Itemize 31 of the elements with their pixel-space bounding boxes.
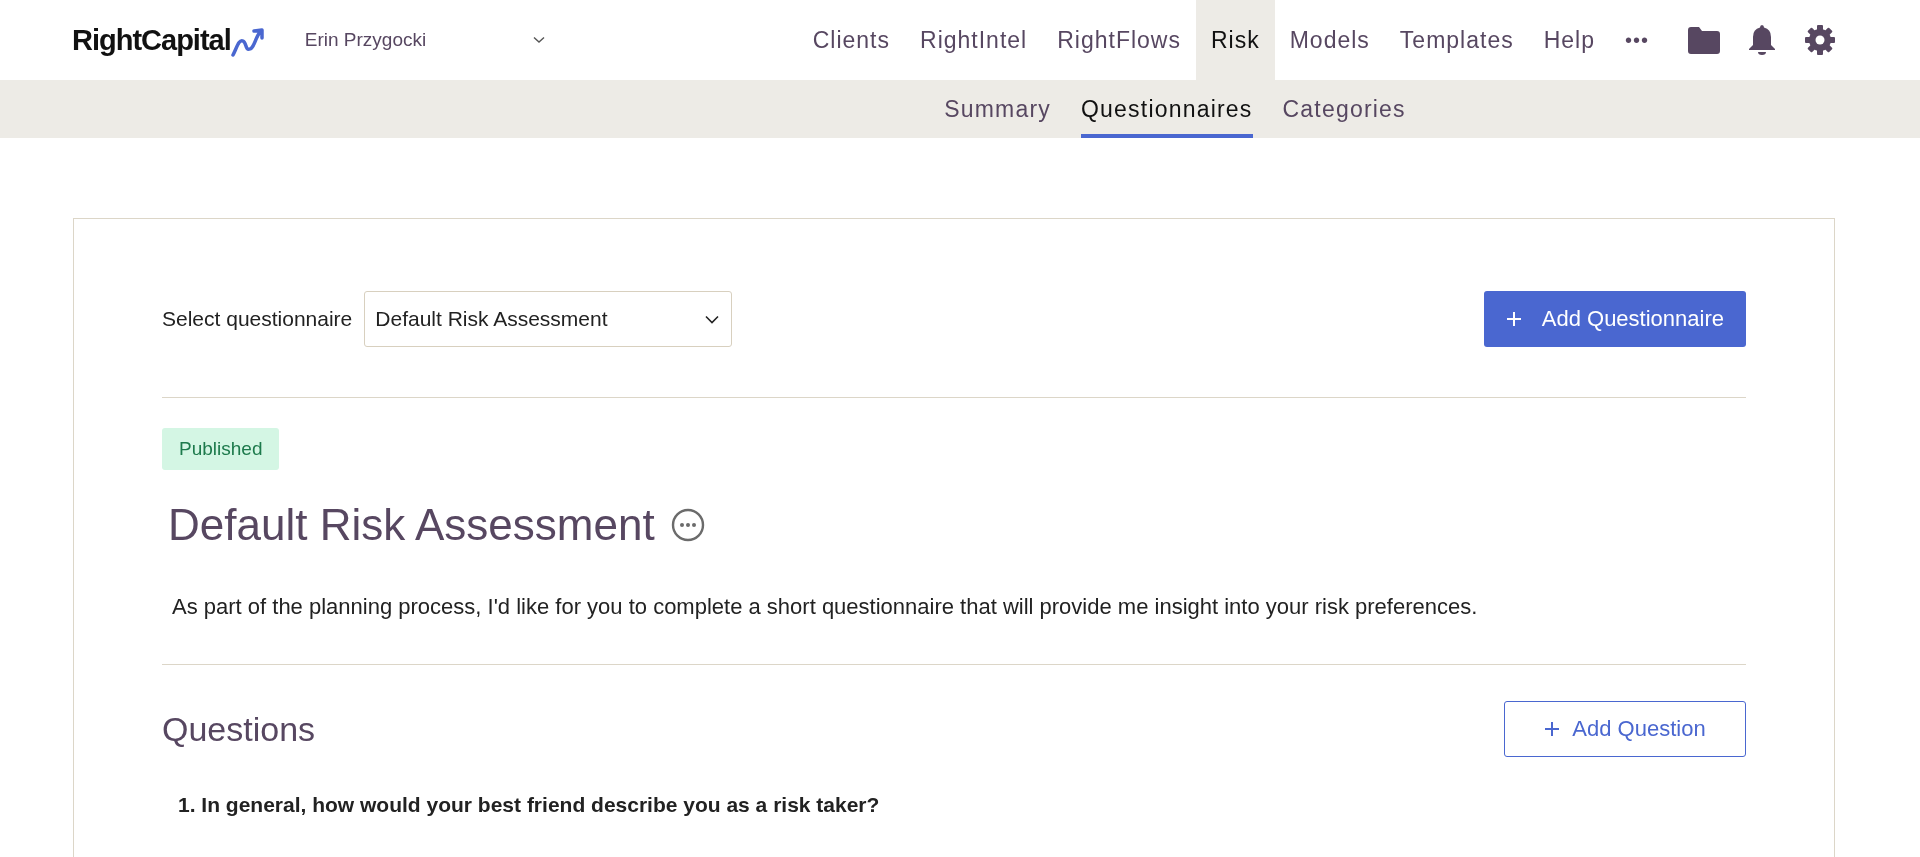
subnav-tab[interactable]: Categories <box>1282 80 1406 138</box>
bell-icon[interactable] <box>1748 24 1776 56</box>
logo-text: RightCapital <box>72 23 231 57</box>
client-dropdown[interactable]: Erin Przygocki <box>304 29 545 51</box>
more-options-icon[interactable] <box>670 508 705 542</box>
add-questionnaire-button[interactable]: Add Questionnaire <box>1483 291 1746 347</box>
nav-tab[interactable]: Clients <box>797 0 905 80</box>
logo-arrow-icon <box>230 26 265 57</box>
subnav-tab[interactable]: Summary <box>944 80 1052 138</box>
settings-icon[interactable] <box>1804 24 1836 56</box>
select-label: Select questionnaire <box>162 307 353 331</box>
status-badge: Published <box>162 428 280 470</box>
questions-heading: Questions <box>162 709 316 749</box>
add-question-button[interactable]: Add Question <box>1504 701 1746 757</box>
subnav-tab[interactable]: Questionnaires <box>1081 80 1253 138</box>
nav-tab[interactable]: Models <box>1274 0 1385 80</box>
plus-icon <box>1505 311 1522 327</box>
questionnaire-select[interactable]: Default Risk Assessment <box>364 291 733 347</box>
nav-tab[interactable]: RightFlows <box>1042 0 1196 80</box>
nav-tab[interactable]: Templates <box>1384 0 1529 80</box>
nav-tab[interactable]: Help <box>1528 0 1610 80</box>
questionnaire-title: Default Risk Assessment <box>168 500 655 550</box>
nav-tab[interactable]: RightIntel <box>905 0 1043 80</box>
plus-icon <box>1544 721 1561 737</box>
nav-tab[interactable]: Risk <box>1195 0 1275 80</box>
caret-icon <box>705 314 720 324</box>
question-text: 1. In general, how would your best friend describe you as a risk taker? <box>178 793 881 817</box>
caret-icon <box>532 36 545 44</box>
questionnaire-description: As part of the planning process, I'd like for you to complete a short questionnaire that will provide me insight into your risk preferences. <box>172 594 1479 620</box>
folder-icon[interactable] <box>1688 26 1720 54</box>
more-button[interactable]: ••• <box>1610 0 1664 80</box>
